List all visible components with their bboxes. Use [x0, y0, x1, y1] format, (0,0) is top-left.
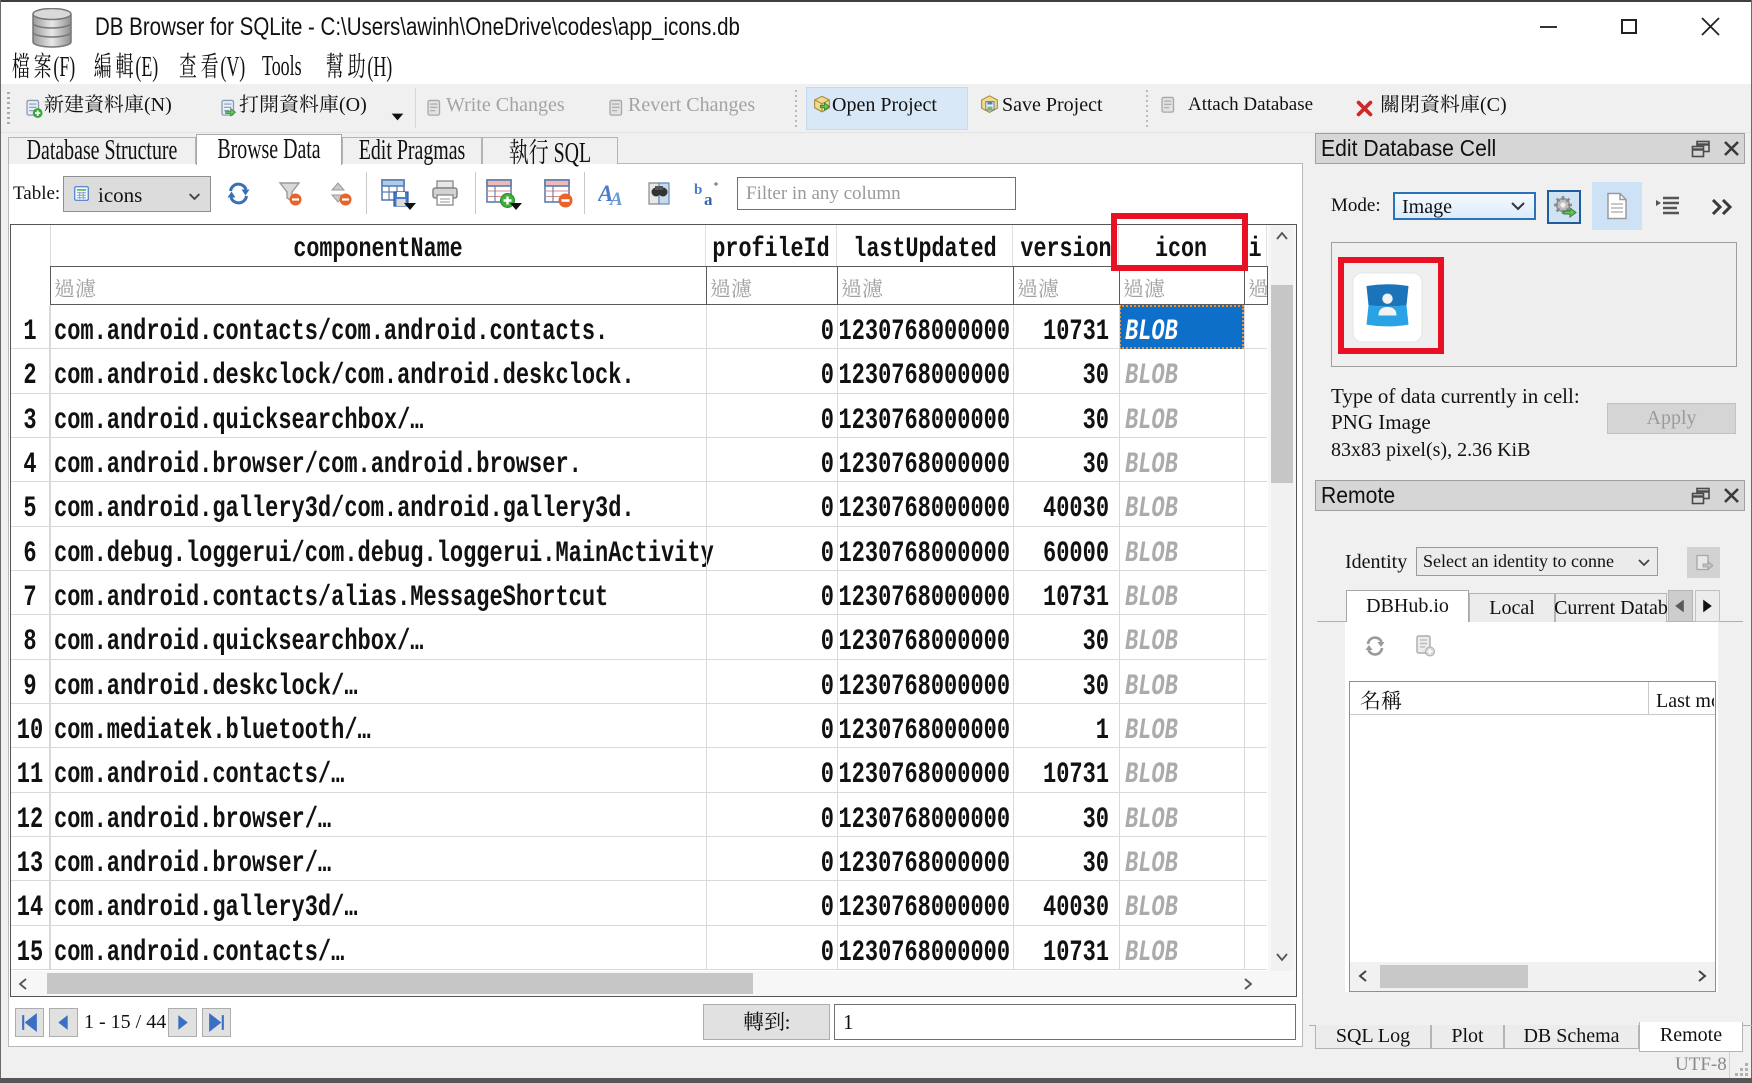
svg-text:a: a — [704, 190, 713, 207]
svg-text:b: b — [694, 182, 702, 198]
svg-text:A: A — [609, 189, 623, 207]
